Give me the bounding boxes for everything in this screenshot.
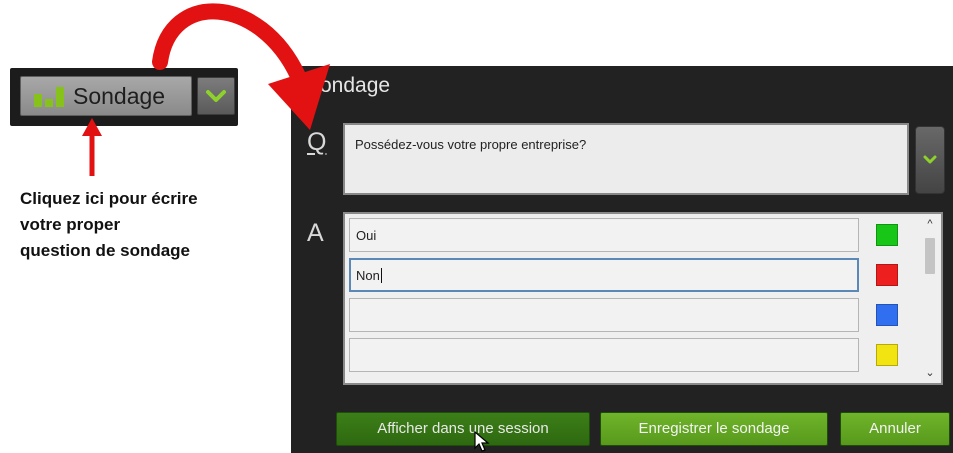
scrollbar-thumb[interactable] xyxy=(925,238,935,274)
annotation-text: Cliquez ici pour écrire votre proper que… xyxy=(20,189,198,260)
poll-button[interactable]: Sondage xyxy=(20,76,192,116)
chevron-down-icon xyxy=(206,90,226,102)
poll-button-label: Sondage xyxy=(73,82,166,109)
answer-color-swatch-1[interactable] xyxy=(876,224,898,246)
answer-field-2[interactable]: Non xyxy=(349,258,859,292)
answer-color-swatch-2[interactable] xyxy=(876,264,898,286)
answer-color-swatch-4[interactable] xyxy=(876,344,898,366)
answer-field-1[interactable]: Oui xyxy=(349,218,859,252)
save-poll-button[interactable]: Enregistrer le sondage xyxy=(600,412,828,446)
chevron-down-icon xyxy=(923,155,937,164)
curved-arrow-icon xyxy=(152,3,306,84)
poll-dropdown-button[interactable] xyxy=(197,77,235,115)
answers-list: Oui Non ^ ⌄ xyxy=(343,212,943,385)
answer-field-3[interactable] xyxy=(349,298,859,332)
text-caret xyxy=(380,268,382,283)
cancel-button[interactable]: Annuler xyxy=(840,412,950,446)
answer-field-4[interactable] xyxy=(349,338,859,372)
show-in-session-button[interactable]: Afficher dans une session xyxy=(336,412,590,446)
question-dropdown-button[interactable] xyxy=(915,126,945,194)
poll-dialog: Sondage Q Possédez-vous votre propre ent… xyxy=(291,66,953,453)
toolbar: Sondage xyxy=(10,68,238,126)
dialog-title: Sondage xyxy=(306,74,391,97)
scroll-up-icon[interactable]: ^ xyxy=(921,216,939,232)
answer-color-swatch-3[interactable] xyxy=(876,304,898,326)
question-input[interactable]: Possédez-vous votre propre entreprise? xyxy=(343,123,909,195)
scroll-down-icon[interactable]: ⌄ xyxy=(921,365,939,381)
answers-scrollbar[interactable]: ^ ⌄ xyxy=(921,216,939,381)
question-marker: Q xyxy=(307,128,327,156)
mouse-cursor-icon xyxy=(474,431,490,452)
answer-marker: A xyxy=(307,219,324,247)
bar-chart-icon xyxy=(34,87,64,107)
